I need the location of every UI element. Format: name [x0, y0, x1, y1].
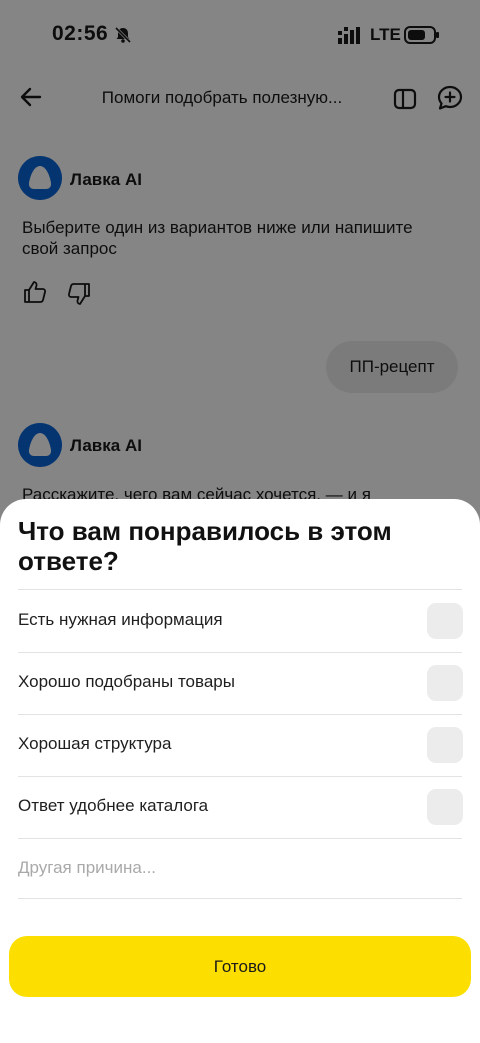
feedback-checkbox[interactable] — [427, 603, 463, 639]
feedback-option[interactable]: Хорошо подобраны товары — [0, 652, 480, 714]
feedback-checkbox[interactable] — [427, 727, 463, 763]
feedback-option-label: Ответ удобнее каталога — [18, 796, 209, 815]
feedback-bottom-sheet: Что вам понравилось в этом ответе? Есть … — [0, 499, 480, 1043]
divider — [18, 838, 462, 839]
feedback-option-label: Хорошо подобраны товары — [18, 672, 235, 691]
chat-screen: 02:56 LTE Помоги подобрать полезную... Л… — [0, 0, 480, 1043]
divider — [18, 898, 462, 899]
feedback-option-label: Есть нужная информация — [18, 610, 223, 629]
feedback-option[interactable]: Ответ удобнее каталога — [0, 776, 480, 838]
done-button[interactable]: Готово — [9, 936, 471, 997]
feedback-option-label: Хорошая структура — [18, 734, 172, 753]
feedback-checkbox[interactable] — [427, 665, 463, 701]
feedback-option[interactable]: Есть нужная информация — [0, 590, 480, 652]
feedback-option[interactable]: Хорошая структура — [0, 714, 480, 776]
feedback-checkbox[interactable] — [427, 789, 463, 825]
other-reason-input[interactable] — [18, 854, 462, 882]
sheet-title: Что вам понравилось в этом ответе? — [18, 516, 392, 576]
